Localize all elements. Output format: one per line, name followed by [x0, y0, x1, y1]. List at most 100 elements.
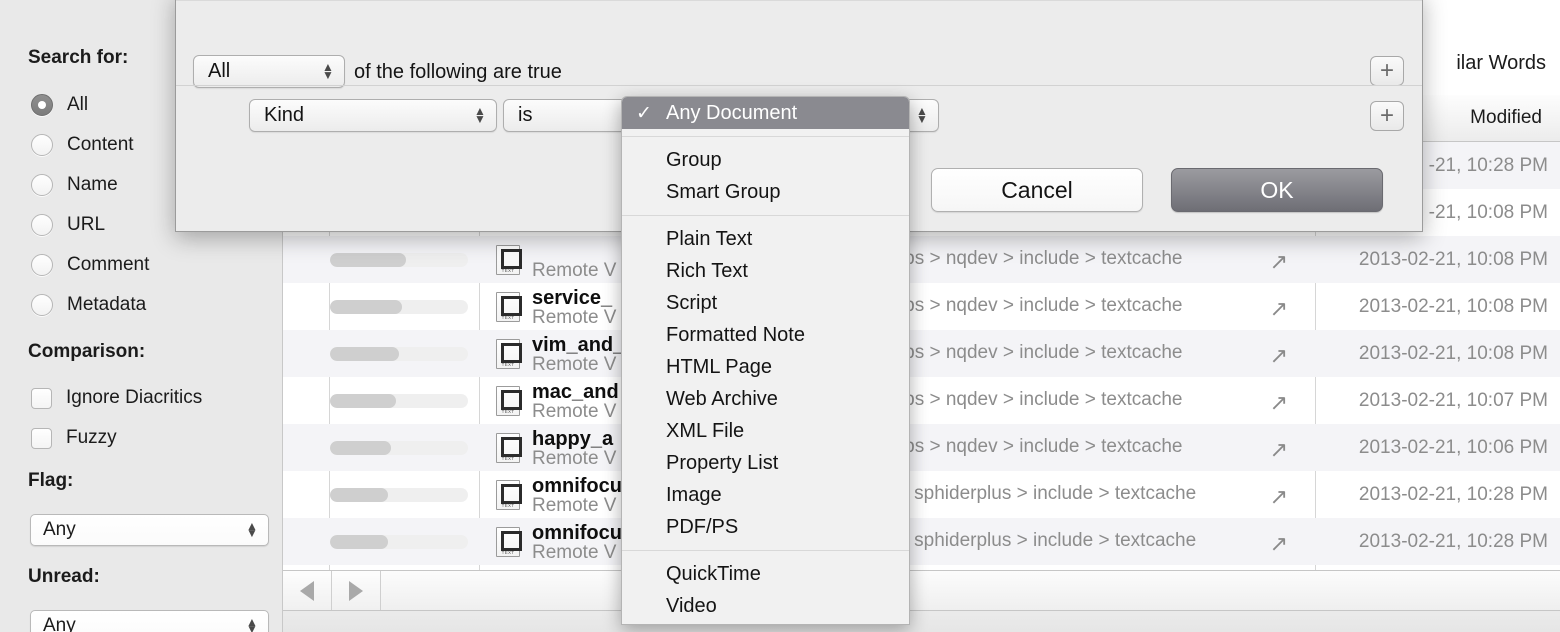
add-criteria-row-button[interactable]: + [1370, 101, 1404, 131]
sheet-divider [176, 85, 1422, 86]
file-subtitle: Remote V [532, 495, 617, 516]
triangle-left-icon [300, 580, 314, 601]
file-path: apps > nqdev > include > textcache [883, 295, 1183, 316]
menu-item-label: HTML Page [666, 355, 772, 378]
text-document-icon [496, 244, 522, 275]
ok-button-label: OK [1260, 176, 1294, 203]
menu-item-label: Smart Group [666, 180, 781, 203]
chevron-updown-icon: ▲▼ [916, 104, 928, 126]
arrow-up-right-icon: ↗ [1269, 531, 1288, 556]
arrow-up-right-icon: ↗ [1269, 390, 1288, 415]
plus-icon: + [1379, 102, 1394, 129]
menu-item-label: Video [666, 594, 717, 617]
file-modified-date: 2013-02-21, 10:06 PM [1358, 437, 1548, 458]
checkbox-fuzzy[interactable]: Fuzzy [31, 427, 117, 449]
arrow-up-right-icon: ↗ [1269, 437, 1288, 462]
radio-option-comment[interactable]: Comment [31, 254, 149, 276]
table-row[interactable]: vim_and_Remote Vapps > nqdev > include >… [283, 330, 1560, 377]
menu-item[interactable]: Formatted Note [622, 319, 909, 351]
menu-item-label: Web Archive [666, 387, 778, 410]
menu-item[interactable]: Image [622, 479, 909, 511]
table-row[interactable]: omnifocuRemote Vs > sphiderplus > includ… [283, 471, 1560, 518]
table-row[interactable]: omnifocuRemote Vs > sphiderplus > includ… [283, 518, 1560, 565]
menu-item[interactable]: Script [622, 287, 909, 319]
criteria-attribute-value: Kind [264, 104, 305, 126]
radio-label: Name [67, 174, 118, 195]
checkmark-icon: ✓ [636, 102, 652, 124]
results-footer-strip [283, 571, 1560, 611]
table-row[interactable]: happy_aRemote Vapps > nqdev > include > … [283, 424, 1560, 471]
text-document-icon [496, 385, 522, 416]
radio-label: Content [67, 134, 134, 155]
menu-item[interactable]: ✓ Any Document [622, 97, 909, 129]
checkbox-ignore-diacritics[interactable]: Ignore Diacritics [31, 387, 202, 409]
menu-item[interactable]: QuickTime [622, 558, 909, 590]
menu-item-label: Script [666, 291, 718, 314]
radio-label: Comment [67, 254, 150, 275]
radio-option-content[interactable]: Content [31, 134, 134, 156]
triangle-right-icon [349, 580, 363, 601]
add-criteria-row-button[interactable]: + [1370, 56, 1404, 86]
chevron-updown-icon: ▲▼ [246, 518, 258, 540]
flag-heading: Flag: [28, 470, 74, 491]
radio-icon [31, 294, 53, 316]
file-subtitle: Remote V [532, 448, 617, 469]
text-document-icon [496, 291, 522, 322]
menu-item[interactable]: HTML Page [622, 351, 909, 383]
table-row[interactable]: service_Remote Vapps > nqdev > include >… [283, 283, 1560, 330]
file-subtitle: Remote V [532, 307, 617, 328]
menu-item[interactable]: Group [622, 144, 909, 176]
nav-back-button[interactable] [283, 571, 332, 610]
nav-forward-button[interactable] [332, 571, 381, 610]
match-mode-select[interactable]: All ▲ ▼ [193, 55, 345, 88]
cancel-button-label: Cancel [1001, 176, 1073, 203]
unread-select[interactable]: Any ▲ ▼ [30, 610, 269, 632]
relevance-bar [330, 252, 468, 267]
radio-label: URL [67, 214, 106, 235]
unread-heading: Unread: [28, 566, 100, 587]
table-row[interactable]: mac_andRemote Vapps > nqdev > include > … [283, 377, 1560, 424]
file-modified-date: 2013-02-21, 10:08 PM [1358, 249, 1548, 270]
file-modified-date: -21, 10:28 PM [1428, 155, 1548, 176]
radio-option-all[interactable]: All [31, 94, 88, 116]
relevance-bar [330, 346, 468, 361]
menu-item[interactable]: Video [622, 590, 909, 622]
text-document-icon [496, 526, 522, 557]
checkbox-label: Fuzzy [66, 427, 117, 448]
menu-separator [622, 215, 909, 216]
menu-item[interactable]: Smart Group [622, 176, 909, 208]
table-row[interactable]: Remote V apps > nqdev > include > textcac… [283, 236, 1560, 283]
menu-item-label: PDF/PS [666, 515, 739, 538]
ok-button[interactable]: OK [1171, 168, 1383, 212]
file-subtitle: Remote V [532, 542, 617, 563]
sheet-titlebar [176, 0, 1422, 1]
criteria-attribute-select[interactable]: Kind ▲ ▼ [249, 99, 497, 132]
flag-select[interactable]: Any ▲ ▼ [30, 514, 269, 546]
menu-item[interactable]: XML File [622, 415, 909, 447]
file-path: apps > nqdev > include > textcache [883, 248, 1183, 269]
file-path: apps > nqdev > include > textcache [883, 436, 1183, 457]
arrow-up-right-icon: ↗ [1269, 343, 1288, 368]
cancel-button[interactable]: Cancel [931, 168, 1143, 212]
arrow-up-right-icon: ↗ [1269, 484, 1288, 509]
menu-item[interactable]: Rich Text [622, 255, 909, 287]
menu-item[interactable]: Property List [622, 447, 909, 479]
similar-words-label: ilar Words [1456, 52, 1546, 74]
checkbox-icon [31, 427, 52, 449]
radio-option-url[interactable]: URL [31, 214, 105, 236]
kind-dropdown-menu[interactable]: ✓ Any Document Group Smart Group Plain Text R… [621, 96, 910, 625]
arrow-up-right-icon: ↗ [1269, 249, 1288, 274]
menu-item[interactable]: Plain Text [622, 223, 909, 255]
menu-item[interactable]: Web Archive [622, 383, 909, 415]
file-path: s > sphiderplus > include > textcache [883, 530, 1197, 551]
radio-option-name[interactable]: Name [31, 174, 118, 196]
radio-icon [31, 214, 53, 236]
menu-item-label: Rich Text [666, 259, 748, 282]
match-mode-description: of the following are true [354, 61, 562, 83]
column-header-modified: Modified [1470, 107, 1542, 128]
radio-label: All [67, 94, 89, 115]
menu-item[interactable]: PDF/PS [622, 511, 909, 543]
file-path: apps > nqdev > include > textcache [883, 342, 1183, 363]
radio-option-metadata[interactable]: Metadata [31, 294, 146, 316]
menu-item-label: Plain Text [666, 227, 753, 250]
